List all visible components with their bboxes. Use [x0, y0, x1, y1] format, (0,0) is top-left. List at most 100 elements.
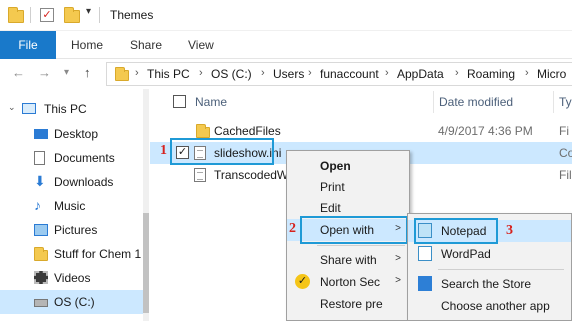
breadcrumb-microsoft[interactable]: Micro [537, 67, 566, 81]
pictures-icon [34, 224, 48, 236]
nav-item-label: OS (C:) [54, 295, 95, 309]
menu-item-label: Restore pre [320, 297, 383, 311]
properties-icon[interactable]: ✓ [40, 8, 54, 22]
tab-file[interactable]: File [0, 31, 56, 59]
nav-item-this-pc[interactable]: ⌄ This PC [0, 97, 143, 121]
wordpad-icon [418, 246, 432, 261]
divider [30, 7, 31, 23]
nav-scrollbar[interactable] [143, 89, 149, 321]
chevron-right-icon[interactable]: › [308, 67, 312, 79]
chevron-right-icon[interactable]: › [525, 67, 529, 79]
select-all-checkbox[interactable] [173, 95, 186, 108]
chevron-right-icon[interactable]: › [261, 67, 265, 79]
file-type: Fil [559, 168, 572, 182]
file-icon [194, 168, 206, 182]
nav-item-stuff-for-chem[interactable]: Stuff for Chem 1 [0, 242, 143, 266]
folder-icon [115, 67, 129, 81]
breadcrumb-roaming[interactable]: Roaming [467, 67, 515, 81]
menu-item-restore-previous[interactable]: Restore pre [287, 293, 409, 315]
downloads-icon: ⬇ [34, 173, 46, 189]
menu-item-label: Edit [320, 201, 341, 215]
chevron-down-icon[interactable]: ⌄ [8, 102, 16, 113]
tab-view[interactable]: View [188, 31, 214, 59]
file-type: Fi [559, 124, 569, 138]
scrollbar-thumb[interactable] [143, 213, 149, 313]
forward-arrow-icon[interactable]: → [38, 65, 51, 80]
folder-icon [34, 247, 48, 261]
file-name: CachedFiles [214, 124, 281, 138]
pc-icon [22, 103, 36, 114]
navigation-pane: ⌄ This PC Desktop Documents ⬇ Downloads … [0, 89, 149, 321]
nav-item-videos[interactable]: Videos [0, 266, 143, 290]
chevron-right-icon: > [395, 253, 401, 264]
back-arrow-icon[interactable]: ← [12, 65, 25, 80]
chevron-right-icon[interactable]: › [385, 67, 389, 79]
tab-share[interactable]: Share [130, 31, 162, 59]
nav-item-pictures[interactable]: Pictures [0, 218, 143, 242]
nav-item-label: Documents [54, 151, 115, 165]
column-header-type[interactable]: Ty [559, 95, 572, 109]
window-title: Themes [110, 8, 154, 22]
videos-icon [34, 271, 48, 284]
documents-icon [34, 151, 45, 165]
file-name: TranscodedW [214, 168, 289, 182]
menu-item-label: Print [320, 180, 345, 194]
menu-item-label: Share with [320, 253, 377, 267]
nav-item-label: Pictures [54, 223, 98, 237]
up-arrow-icon[interactable]: ↑ [84, 65, 91, 80]
nav-item-label: Videos [54, 271, 91, 285]
nav-item-music[interactable]: ♪ Music [0, 194, 143, 218]
tab-home[interactable]: Home [71, 31, 103, 59]
column-header-name[interactable]: Name [195, 95, 227, 109]
submenu-item-label: Choose another app [441, 299, 550, 313]
nav-item-label: This PC [44, 102, 87, 116]
title-bar: ✓ ▾ Themes [0, 0, 572, 31]
menu-item-open[interactable]: Open [287, 155, 409, 177]
menu-item-norton-security[interactable]: ✓ Norton Sec > [287, 271, 409, 293]
submenu-item-label: Search the Store [441, 277, 532, 291]
drive-icon [34, 299, 48, 307]
breadcrumb-users[interactable]: Users [273, 67, 304, 81]
navigation-bar: ← → ▾ ↑ › This PC › OS (C:) › Users › fu… [0, 59, 572, 89]
nav-item-os-c[interactable]: OS (C:) [0, 290, 143, 314]
new-folder-icon[interactable] [64, 7, 80, 23]
chevron-right-icon[interactable]: › [455, 67, 459, 79]
submenu-item-search-store[interactable]: Search the Store [408, 273, 571, 295]
highlight-box [170, 138, 274, 165]
norton-check-icon: ✓ [295, 274, 310, 289]
folder-icon [196, 124, 210, 138]
column-header-date[interactable]: Date modified [439, 95, 513, 109]
step-number: 1 [160, 143, 167, 158]
submenu-item-label: WordPad [441, 247, 491, 261]
submenu-item-wordpad[interactable]: WordPad [408, 243, 571, 265]
menu-item-share-with[interactable]: Share with > [287, 249, 409, 271]
menu-separator [438, 269, 564, 270]
breadcrumb-os-c[interactable]: OS (C:) [211, 67, 252, 81]
breadcrumb-appdata[interactable]: AppData [397, 67, 444, 81]
divider [99, 7, 100, 23]
column-divider[interactable] [433, 91, 434, 113]
nav-item-label: Desktop [54, 127, 99, 141]
ribbon: File Home Share View [0, 31, 572, 59]
submenu-item-choose-app[interactable]: Choose another app [408, 295, 571, 317]
customize-toolbar-icon[interactable]: ▾ [86, 6, 91, 17]
store-icon [418, 276, 432, 291]
breadcrumb-funaccount[interactable]: funaccount [320, 67, 379, 81]
file-type: Co [559, 146, 572, 160]
menu-item-label: Norton Sec [320, 275, 381, 289]
address-bar[interactable]: › This PC › OS (C:) › Users › funaccount… [106, 62, 572, 86]
chevron-right-icon[interactable]: › [135, 67, 139, 79]
music-icon: ♪ [34, 197, 41, 213]
recent-locations-icon[interactable]: ▾ [64, 67, 69, 78]
folder-icon [8, 7, 24, 23]
highlight-box [414, 218, 498, 244]
menu-item-label: Open [320, 159, 351, 173]
nav-item-documents[interactable]: Documents [0, 146, 143, 170]
nav-item-desktop[interactable]: Desktop [0, 122, 143, 146]
nav-item-downloads[interactable]: ⬇ Downloads [0, 170, 143, 194]
menu-item-print[interactable]: Print [287, 176, 409, 198]
desktop-icon [34, 129, 48, 139]
chevron-right-icon[interactable]: › [199, 67, 203, 79]
breadcrumb-this-pc[interactable]: This PC [147, 67, 190, 81]
column-divider[interactable] [553, 91, 554, 113]
